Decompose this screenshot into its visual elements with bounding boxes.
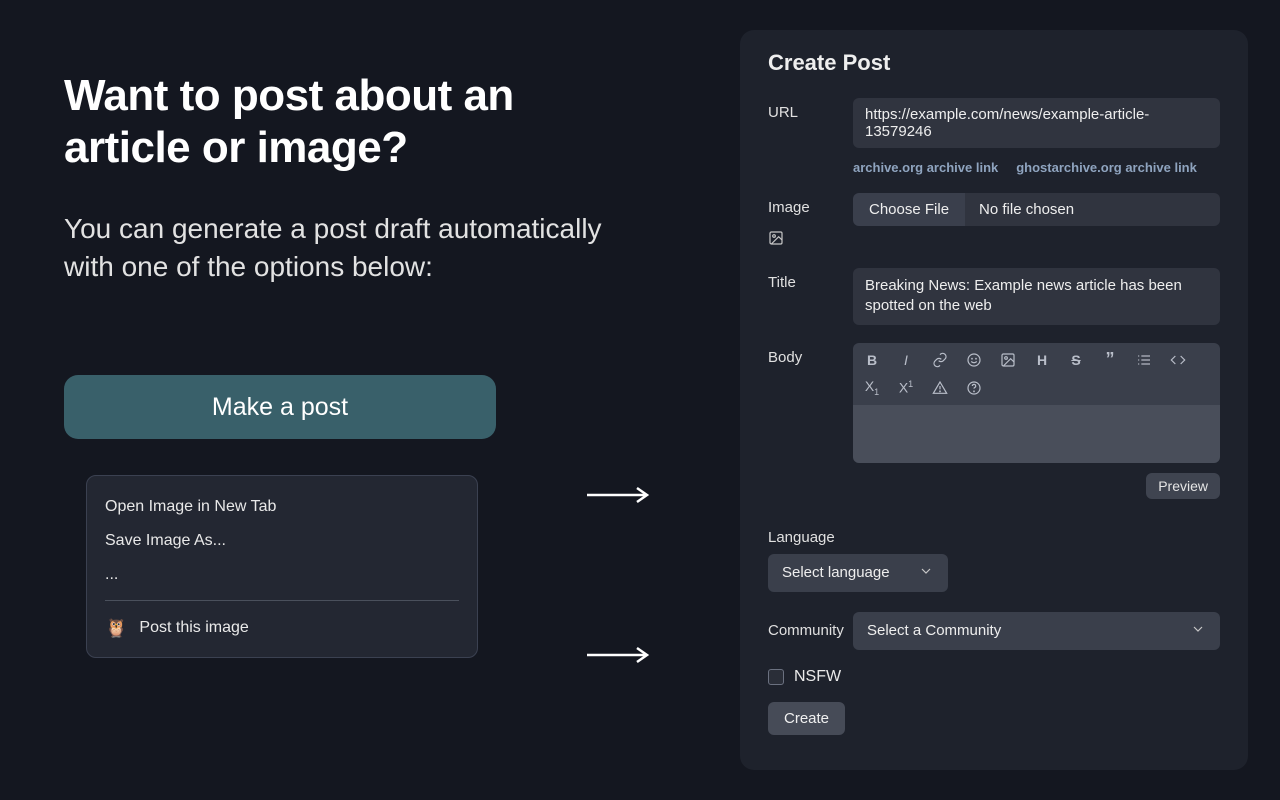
chevron-down-icon (918, 563, 934, 583)
community-label: Community (768, 622, 853, 639)
language-label: Language (768, 529, 1220, 546)
url-label: URL (768, 98, 853, 121)
superscript-icon[interactable]: X1 (897, 379, 915, 397)
image-insert-icon[interactable] (999, 351, 1017, 369)
body-textarea[interactable] (853, 405, 1220, 463)
file-status: No file chosen (965, 193, 1220, 226)
subhead: You can generate a post draft automatica… (64, 210, 624, 286)
ctx-post-image-label: Post this image (139, 619, 248, 637)
create-button[interactable]: Create (768, 702, 845, 735)
code-icon[interactable] (1169, 351, 1187, 369)
community-select[interactable]: Select a Community (853, 612, 1220, 650)
arrow-icon (585, 485, 655, 505)
ctx-post-image[interactable]: 🦉 Post this image (87, 609, 477, 651)
title-input[interactable]: Breaking News: Example news article has … (853, 268, 1220, 325)
create-post-panel: Create Post URL https://example.com/news… (740, 30, 1248, 770)
strike-icon[interactable]: S (1067, 351, 1085, 369)
link-icon[interactable] (931, 351, 949, 369)
ghostarchive-link[interactable]: ghostarchive.org archive link (1016, 160, 1197, 175)
url-input[interactable]: https://example.com/news/example-article… (853, 98, 1220, 148)
preview-button[interactable]: Preview (1146, 473, 1220, 499)
image-label: Image (768, 199, 853, 216)
subscript-icon[interactable]: X1 (863, 379, 881, 397)
italic-icon[interactable]: I (897, 351, 915, 369)
ctx-open-image[interactable]: Open Image in New Tab (87, 490, 477, 524)
ctx-separator (105, 600, 459, 601)
ctx-save-as[interactable]: Save Image As... (87, 524, 477, 558)
spoiler-icon[interactable] (931, 379, 949, 397)
choose-file-button[interactable]: Choose File (853, 193, 965, 226)
image-icon (768, 230, 853, 250)
editor-toolbar: B I H S ” X1 X1 (853, 343, 1220, 405)
nsfw-label: NSFW (794, 668, 841, 686)
make-post-button[interactable]: Make a post (64, 375, 496, 439)
arrow-icon (585, 645, 655, 665)
list-icon[interactable] (1135, 351, 1153, 369)
owl-icon: 🦉 (105, 619, 127, 637)
quote-icon[interactable]: ” (1101, 351, 1119, 369)
ctx-ellipsis: ... (87, 558, 477, 592)
header-icon[interactable]: H (1033, 351, 1051, 369)
title-label: Title (768, 268, 853, 291)
context-menu: Open Image in New Tab Save Image As... .… (86, 475, 478, 658)
language-select-value: Select language (782, 564, 890, 581)
chevron-down-icon (1190, 621, 1206, 641)
body-label: Body (768, 343, 853, 366)
emoji-icon[interactable] (965, 351, 983, 369)
language-select[interactable]: Select language (768, 554, 948, 592)
bold-icon[interactable]: B (863, 351, 881, 369)
archive-org-link[interactable]: archive.org archive link (853, 160, 998, 175)
panel-title: Create Post (768, 50, 1220, 76)
help-icon[interactable] (965, 379, 983, 397)
nsfw-checkbox[interactable] (768, 669, 784, 685)
headline: Want to post about an article or image? (64, 70, 624, 174)
community-select-value: Select a Community (867, 622, 1001, 639)
